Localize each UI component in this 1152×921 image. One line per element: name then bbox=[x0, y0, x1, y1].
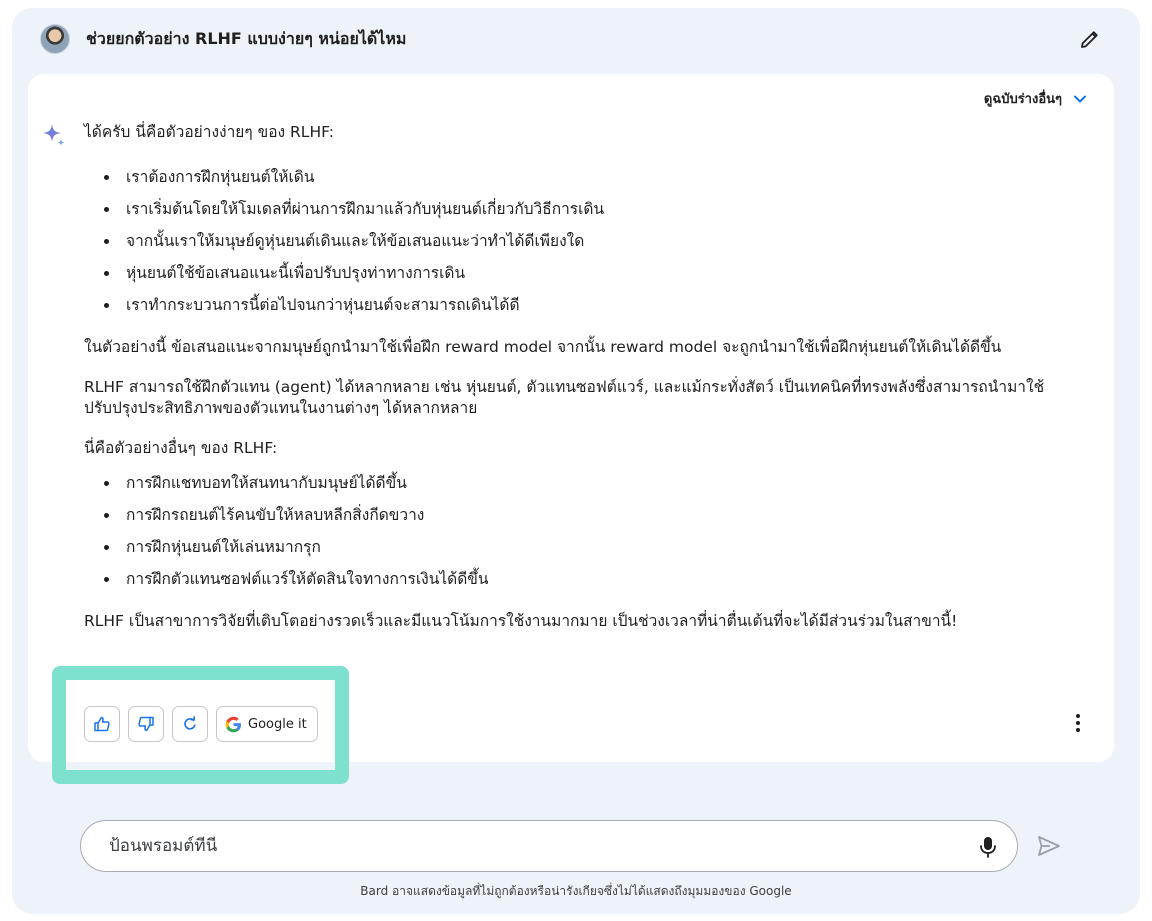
response-paragraph: ในตัวอย่างนี้ ข้อเสนอแนะจากมนุษย์ถูกนำมา… bbox=[84, 338, 1002, 357]
disclaimer-text: Bard อาจแสดงข้อมูลที่ไม่ถูกต้องหรือน่ารั… bbox=[360, 884, 792, 898]
thumbs-up-button[interactable] bbox=[84, 706, 120, 742]
examples-heading: นี่คือตัวอย่างอื่นๆ ของ RLHF: bbox=[84, 438, 278, 457]
user-prompt-text: ช่วยยกตัวอย่าง RLHF แบบง่ายๆ หน่อยได้ไหม bbox=[86, 28, 407, 48]
list-item: หุ่นยนต์ใช้ข้อเสนอแนะนี้เพื่อปรับปรุงท่า… bbox=[102, 257, 1094, 289]
prompt-input-container bbox=[80, 820, 1018, 872]
steps-list: เราต้องการฝึกหุ่นยนต์ให้เดิน เราเริ่มต้น… bbox=[102, 161, 1094, 321]
list-item: การฝึกหุ่นยนต์ให้เล่นหมากรุก bbox=[102, 531, 1094, 563]
chat-window: ช่วยยกตัวอย่าง RLHF แบบง่ายๆ หน่อยได้ไหม… bbox=[12, 8, 1140, 914]
view-drafts-label: ดูฉบับร่างอื่นๆ bbox=[983, 92, 1062, 107]
thumbs-down-icon bbox=[138, 716, 154, 732]
google-it-label: Google it bbox=[248, 716, 307, 732]
more-vert-icon[interactable] bbox=[1068, 711, 1088, 735]
thumbs-up-icon bbox=[94, 716, 110, 732]
view-drafts-button[interactable]: ดูฉบับร่างอื่นๆ bbox=[984, 88, 1088, 109]
list-item: การฝึกตัวแทนซอฟต์แวร์ให้ตัดสินใจทางการเง… bbox=[102, 563, 1094, 595]
list-item: จากนั้นเราให้มนุษย์ดูหุ่นยนต์เดินและให้ข… bbox=[102, 225, 1094, 257]
send-icon[interactable] bbox=[1036, 833, 1062, 859]
prompt-input[interactable] bbox=[109, 836, 969, 856]
list-item: การฝึกแชทบอทให้สนทนากับมนุษย์ได้ดีขึ้น bbox=[102, 467, 1094, 499]
response-intro: ได้ครับ นี่คือตัวอย่างง่ายๆ ของ RLHF: bbox=[84, 123, 335, 141]
chevron-down-icon bbox=[1074, 95, 1086, 102]
bard-sparkle-icon bbox=[43, 124, 65, 146]
regenerate-icon bbox=[184, 716, 196, 730]
response-content: ได้ครับ นี่คือตัวอย่างง่ายๆ ของ RLHF: เร… bbox=[84, 122, 1094, 632]
list-item: เราเริ่มต้นโดยให้โมเดลที่ผ่านการฝึกมาแล้… bbox=[102, 193, 1094, 225]
edit-icon[interactable] bbox=[1078, 27, 1102, 51]
examples-list: การฝึกแชทบอทให้สนทนากับมนุษย์ได้ดีขึ้น ก… bbox=[102, 467, 1094, 595]
google-it-button[interactable]: Google it bbox=[216, 706, 318, 742]
list-item: การฝึกรถยนต์ไร้คนขับให้หลบหลีกสิ่งกีดขวา… bbox=[102, 499, 1094, 531]
user-prompt-row: ช่วยยกตัวอย่าง RLHF แบบง่ายๆ หน่อยได้ไหม bbox=[40, 22, 1110, 56]
mic-icon[interactable] bbox=[977, 835, 999, 859]
google-g-icon bbox=[225, 716, 242, 732]
response-card: ดูฉบับร่างอื่นๆ ได้ครับ นี่คือตัวอย่างง่… bbox=[28, 74, 1114, 762]
regenerate-button[interactable] bbox=[172, 706, 208, 742]
list-item: เราทำกระบวนการนี้ต่อไปจนกว่าหุ่นยนต์จะสา… bbox=[102, 289, 1094, 321]
list-item: เราต้องการฝึกหุ่นยนต์ให้เดิน bbox=[102, 161, 1094, 193]
response-closing: RLHF เป็นสาขาการวิจัยที่เติบโตอย่างรวดเร… bbox=[84, 611, 958, 630]
thumbs-down-button[interactable] bbox=[128, 706, 164, 742]
response-paragraph: RLHF สามารถใช้ฝึกตัวแทน (agent) ได้หลากห… bbox=[84, 377, 1045, 418]
avatar[interactable] bbox=[40, 24, 70, 54]
response-actions: Google it bbox=[84, 706, 318, 742]
